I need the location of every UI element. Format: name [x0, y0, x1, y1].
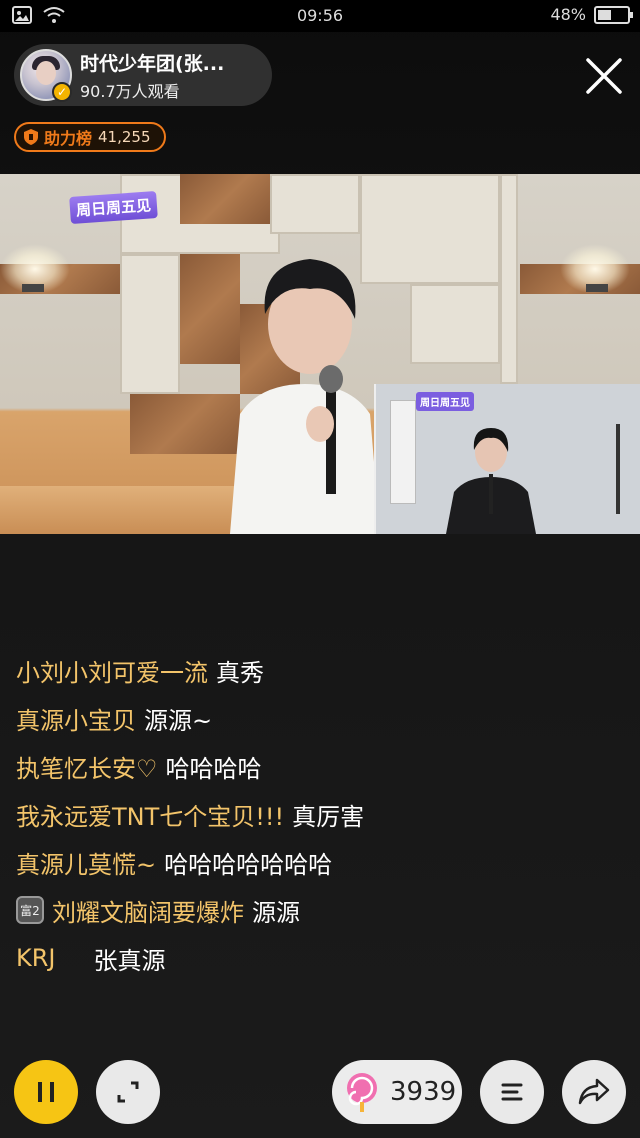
clock: 09:56: [296, 6, 344, 25]
chat-message: 我永远爱TNT七个宝贝!!! 真厉害: [16, 790, 626, 838]
chat-text: 源源~: [144, 706, 213, 735]
chat-user[interactable]: 刘耀文脑阔要爆炸: [52, 893, 244, 928]
wall-panel: [120, 254, 180, 394]
rank-label: 助力榜: [44, 129, 93, 148]
close-icon[interactable]: [582, 54, 626, 98]
pip-logo: 周日周五见: [416, 392, 474, 411]
lollipop-icon: [347, 1073, 377, 1112]
singer-figure: [230, 259, 380, 534]
pip-video[interactable]: 周日周五见: [374, 384, 640, 534]
wall-panel: [410, 284, 500, 364]
pause-button[interactable]: [14, 1060, 78, 1124]
chat-text: 真厉害: [292, 802, 365, 831]
chat-user[interactable]: KRJ: [16, 944, 56, 972]
chat-list: 小刘小刘可爱一流 真秀 真源小宝贝 源源~ 执笔忆长安♡ 哈哈哈哈 我永远爱TN…: [16, 646, 626, 982]
chat-message: 真源小宝贝 源源~: [16, 694, 626, 742]
battery-icon: [594, 5, 633, 24]
wood-panel: [180, 174, 270, 224]
chat-text: 张真源: [93, 946, 166, 975]
chat-user[interactable]: 真源小宝贝: [16, 701, 136, 736]
wall-lamp: [22, 284, 44, 292]
rank-value: 41,255: [98, 128, 151, 146]
wall-lamp: [586, 284, 608, 292]
share-icon: [578, 1078, 610, 1105]
chat-user[interactable]: 小刘小刘可爱一流: [16, 653, 208, 688]
pip-person: [446, 428, 536, 534]
battery-percent: 48%: [550, 5, 586, 24]
battery-fill: [598, 9, 612, 20]
air-conditioner: [390, 400, 416, 504]
chat-message: 富2 刘耀文脑阔要爆炸 源源: [16, 886, 626, 934]
shield-icon: [24, 129, 38, 145]
status-bar: 09:56 48%: [0, 0, 640, 32]
menu-button[interactable]: [480, 1060, 544, 1124]
chat-user[interactable]: 执笔忆长安♡: [16, 749, 158, 784]
fullscreen-icon: [117, 1081, 139, 1103]
wealth-badge-icon: 富2: [16, 896, 44, 924]
mic-stand: [616, 424, 620, 514]
wall-panel: [270, 174, 360, 234]
menu-icon: [501, 1083, 523, 1101]
gift-button[interactable]: 3939: [332, 1060, 462, 1124]
pause-icon: [38, 1082, 54, 1102]
host-name: 时代少年团(张...: [80, 53, 225, 75]
chat-message: 小刘小刘可爱一流 真秀: [16, 646, 626, 694]
chat-text: 哈哈哈哈哈哈哈: [164, 850, 333, 879]
wall-pillar: [500, 174, 518, 384]
viewer-count: 90.7万人观看: [80, 82, 180, 101]
chat-user[interactable]: 我永远爱TNT七个宝贝!!!: [16, 797, 284, 832]
chat-message: 真源儿莫慌~ 哈哈哈哈哈哈哈: [16, 838, 626, 886]
chat-text: 真秀: [216, 658, 264, 687]
chat-message: 执笔忆长安♡ 哈哈哈哈: [16, 742, 626, 790]
chat-text: 源源: [252, 898, 300, 927]
verified-badge-icon: ✓: [52, 82, 72, 102]
chat-text: 哈哈哈哈: [165, 754, 262, 783]
support-rank-button[interactable]: 助力榜 41,255: [14, 122, 166, 152]
gift-count: 3939: [390, 1077, 457, 1107]
chat-message: KRJ 张真源: [16, 934, 626, 982]
fullscreen-button[interactable]: [96, 1060, 160, 1124]
chat-user[interactable]: 真源儿莫慌~: [16, 845, 156, 880]
share-button[interactable]: [562, 1060, 626, 1124]
